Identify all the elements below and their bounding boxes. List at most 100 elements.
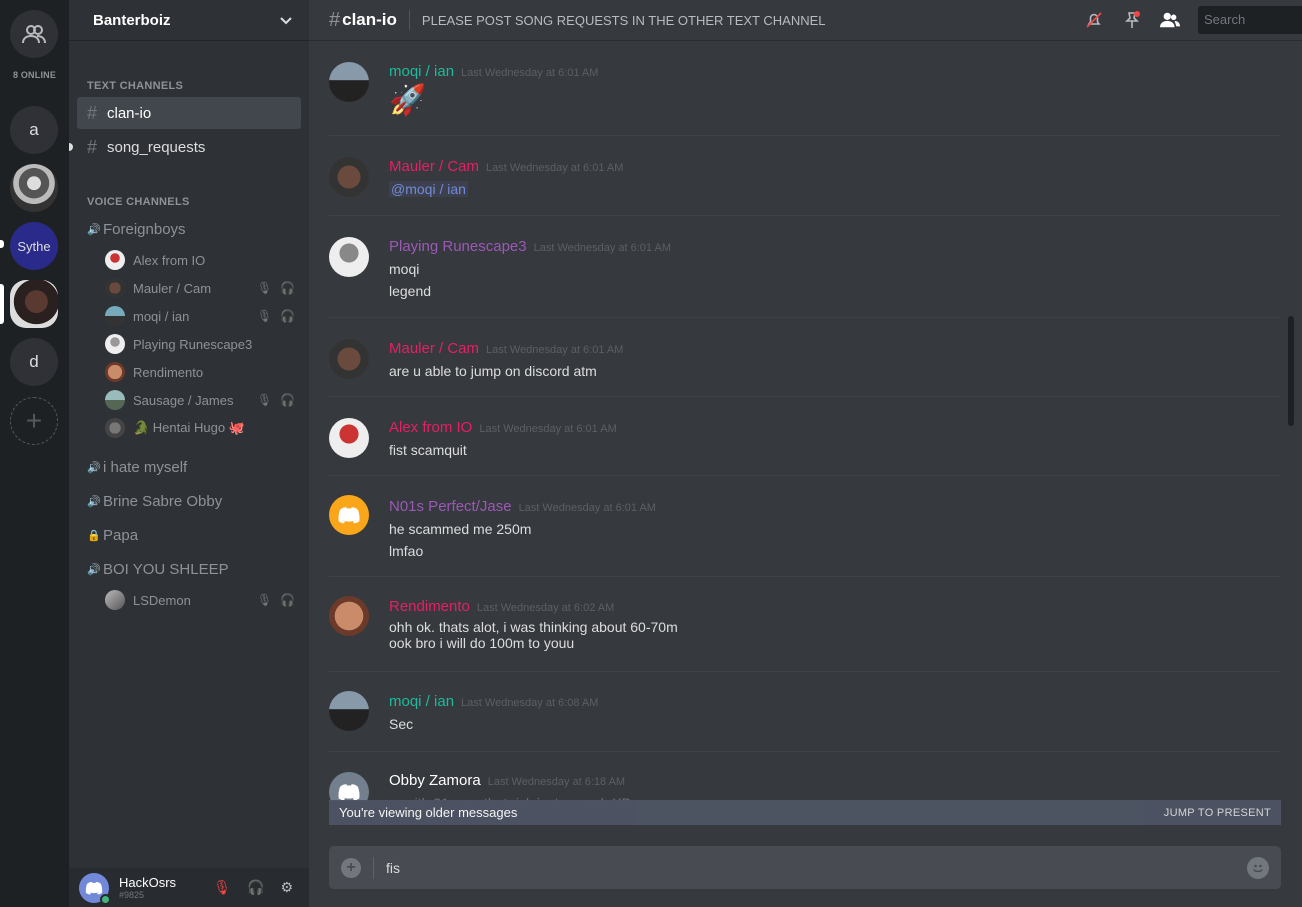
voice-channel-i-hate-myself[interactable]: 🔊 i hate myself bbox=[87, 455, 187, 479]
pin-icon[interactable] bbox=[1122, 10, 1142, 30]
voice-flags: 🎙 🎧 bbox=[257, 393, 295, 407]
voice-user-name: LSDemon bbox=[133, 592, 191, 608]
author-name[interactable]: Playing Runescape3 bbox=[389, 238, 527, 255]
author-name[interactable]: moqi / ian bbox=[389, 63, 454, 80]
guild-header[interactable]: Banterboiz bbox=[69, 0, 309, 41]
gear-icon[interactable]: ⚙ bbox=[280, 879, 293, 896]
author-name[interactable]: Alex from IO bbox=[389, 419, 472, 436]
avatar[interactable] bbox=[329, 495, 369, 535]
message-header: moqi / ian Last Wednesday at 6:01 AM bbox=[389, 63, 598, 80]
channel-clan-io[interactable]: # clan-io bbox=[77, 97, 301, 129]
avatar[interactable] bbox=[329, 772, 369, 801]
message: N01s Perfect/Jase Last Wednesday at 6:01… bbox=[329, 476, 1281, 577]
server-skull-avatar[interactable] bbox=[10, 164, 58, 212]
message-body: @moqi / ian bbox=[389, 178, 468, 200]
add-server-button[interactable]: + bbox=[10, 397, 58, 445]
avatar bbox=[105, 306, 125, 326]
message-line: moqi bbox=[389, 261, 420, 277]
server-sythe[interactable]: Sythe bbox=[10, 222, 58, 270]
author-name[interactable]: moqi / ian bbox=[389, 693, 454, 710]
author-name[interactable]: Mauler / Cam bbox=[389, 340, 479, 357]
voice-user[interactable]: 🐊 Hentai Hugo 🐙 bbox=[105, 416, 295, 440]
message-header: Mauler / Cam Last Wednesday at 6:01 AM bbox=[389, 340, 623, 357]
category-voice-channels[interactable]: VOICE CHANNELS bbox=[87, 196, 190, 208]
search-input[interactable]: Search bbox=[1198, 6, 1302, 34]
message-composer[interactable]: + fis bbox=[329, 846, 1281, 889]
message-body: ohh ok. thats alot, i was thinking about… bbox=[389, 619, 678, 651]
jump-to-present-button[interactable]: JUMP TO PRESENT bbox=[1164, 807, 1271, 819]
timestamp: Last Wednesday at 6:01 AM bbox=[479, 423, 617, 435]
user-mention[interactable]: @moqi / ian bbox=[389, 181, 468, 197]
message-input[interactable]: fis bbox=[386, 860, 400, 876]
divider bbox=[373, 856, 374, 879]
avatar[interactable] bbox=[329, 418, 369, 458]
server-banterboiz[interactable] bbox=[10, 280, 58, 328]
mute-mic-icon[interactable]: 🎙 bbox=[213, 879, 231, 896]
message-header: Obby Zamora Last Wednesday at 6:18 AM bbox=[389, 772, 625, 789]
message-body: fist scamquit bbox=[389, 439, 467, 461]
muted-bell-icon[interactable] bbox=[1084, 10, 1104, 30]
author-name[interactable]: Mauler / Cam bbox=[389, 158, 479, 175]
avatar[interactable] bbox=[329, 596, 369, 636]
voice-user[interactable]: Rendimento bbox=[105, 360, 295, 384]
discord-logo-icon bbox=[338, 784, 360, 801]
channel-sidebar: Banterboiz TEXT CHANNELS # clan-io # son… bbox=[69, 0, 309, 907]
message: Obby Zamora Last Wednesday at 6:18 AM ..… bbox=[329, 752, 1281, 801]
avatar[interactable] bbox=[329, 339, 369, 379]
avatar bbox=[105, 250, 125, 270]
chat-header: # clan-io PLEASE POST SONG REQUESTS IN T… bbox=[309, 0, 1302, 41]
voice-channel-papa[interactable]: 🔒 Papa bbox=[87, 523, 138, 547]
speaker-icon: 🔊 bbox=[87, 495, 101, 508]
server-d[interactable]: d bbox=[10, 338, 58, 386]
message-line: fist scamquit bbox=[389, 442, 467, 458]
voice-flags: 🎙 🎧 bbox=[257, 309, 295, 323]
voice-channel-label: Foreignboys bbox=[103, 220, 186, 238]
channel-label: song_requests bbox=[107, 138, 206, 156]
message-line: ook bro i will do 100m to youu bbox=[389, 635, 575, 651]
voice-channel-brine-sabre-obby[interactable]: 🔊 Brine Sabre Obby bbox=[87, 489, 222, 513]
voice-user-name: moqi / ian bbox=[133, 308, 190, 324]
server-a[interactable]: a bbox=[10, 106, 58, 154]
chat-area: # clan-io PLEASE POST SONG REQUESTS IN T… bbox=[309, 0, 1302, 907]
voice-user[interactable]: Sausage / James 🎙 🎧 bbox=[105, 388, 295, 412]
category-text-channels[interactable]: TEXT CHANNELS bbox=[87, 80, 183, 92]
message-header: N01s Perfect/Jase Last Wednesday at 6:01… bbox=[389, 498, 656, 515]
divider bbox=[408, 10, 410, 30]
timestamp: Last Wednesday at 6:01 AM bbox=[461, 67, 599, 79]
hash-icon: # bbox=[87, 136, 98, 157]
author-name[interactable]: Rendimento bbox=[389, 598, 470, 615]
muted-mic-icon: 🎙 bbox=[256, 281, 273, 295]
message-line: Sec bbox=[389, 716, 414, 732]
member-list-icon[interactable] bbox=[1160, 10, 1180, 30]
speaker-icon: 🔊 bbox=[87, 223, 101, 236]
scrollbar[interactable] bbox=[1288, 316, 1294, 426]
user-tag: #9825 bbox=[119, 889, 145, 900]
message: Playing Runescape3 Last Wednesday at 6:0… bbox=[329, 216, 1281, 318]
voice-user[interactable]: moqi / ian 🎙 🎧 bbox=[105, 304, 295, 328]
voice-user[interactable]: LSDemon 🎙 🎧 bbox=[105, 588, 295, 612]
emoji-picker-icon[interactable] bbox=[1247, 856, 1269, 879]
author-name[interactable]: Obby Zamora bbox=[389, 772, 481, 789]
message: Mauler / Cam Last Wednesday at 6:01 AM @… bbox=[329, 136, 1281, 216]
voice-user[interactable]: Alex from IO bbox=[105, 248, 295, 272]
voice-user[interactable]: Mauler / Cam 🎙 🎧 bbox=[105, 276, 295, 300]
avatar[interactable] bbox=[329, 157, 369, 197]
voice-channel-foreignboys[interactable]: 🔊 Foreignboys bbox=[87, 217, 186, 241]
channel-unread-dot bbox=[69, 143, 73, 151]
upload-plus-icon[interactable]: + bbox=[341, 857, 361, 878]
voice-user-name: 🐊 Hentai Hugo 🐙 bbox=[133, 420, 245, 435]
headphones-icon[interactable]: 🎧 bbox=[247, 879, 264, 896]
avatar[interactable] bbox=[79, 872, 111, 905]
voice-channel-boi-you-shleep[interactable]: 🔊 BOI YOU SHLEEP bbox=[87, 557, 229, 581]
message-body: he scammed me 250m lmfao bbox=[389, 518, 531, 562]
friends-button[interactable] bbox=[10, 10, 58, 58]
avatar[interactable] bbox=[329, 691, 369, 731]
voice-user-name: Rendimento bbox=[133, 364, 204, 380]
avatar[interactable] bbox=[329, 62, 369, 102]
channel-song-requests[interactable]: # song_requests bbox=[77, 131, 301, 163]
avatar[interactable] bbox=[329, 237, 369, 277]
message-line: ohh ok. thats alot, i was thinking about… bbox=[389, 619, 678, 635]
voice-user[interactable]: Playing Runescape3 bbox=[105, 332, 295, 356]
author-name[interactable]: N01s Perfect/Jase bbox=[389, 498, 512, 515]
message-body: 🚀 bbox=[389, 83, 426, 119]
